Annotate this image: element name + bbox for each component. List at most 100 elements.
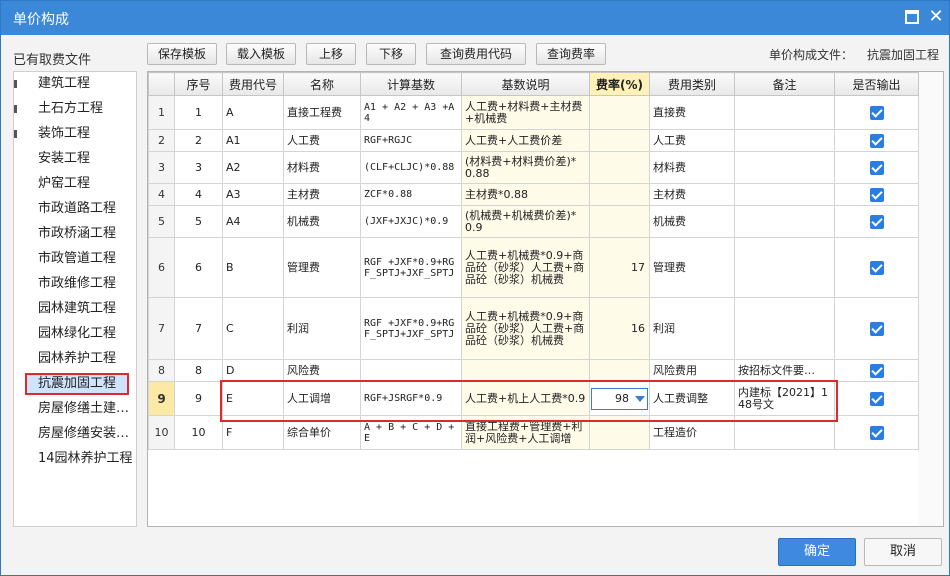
category-cell[interactable]: 直接费: [649, 95, 735, 130]
table-row-active[interactable]: 9 9 E 人工调增 RGF+JSRGF*0.9 人工费+机上人工费*0.9 9…: [148, 381, 919, 416]
output-cell[interactable]: [834, 415, 919, 450]
seq-cell[interactable]: 8: [174, 359, 223, 382]
category-cell[interactable]: 工程造价: [649, 415, 735, 450]
save-template-button[interactable]: 保存模板: [147, 43, 217, 65]
seq-cell[interactable]: 6: [174, 237, 223, 298]
output-checkbox[interactable]: [869, 133, 884, 148]
query-fee-code-button[interactable]: 查询费用代码: [426, 43, 526, 65]
base-cell[interactable]: RGF+JSRGF*0.9: [360, 381, 462, 416]
note-cell[interactable]: [734, 415, 835, 450]
output-cell[interactable]: [834, 129, 919, 152]
note-cell[interactable]: 内建标【2021】148号文: [734, 381, 835, 416]
column-header[interactable]: 费用代号: [222, 72, 284, 96]
base-cell[interactable]: [360, 359, 462, 382]
list-item[interactable]: 市政道路工程: [25, 198, 137, 220]
column-header[interactable]: 费用类别: [649, 72, 735, 96]
code-cell[interactable]: C: [222, 297, 284, 360]
note-cell[interactable]: 按招标文件要…: [734, 359, 835, 382]
cancel-button[interactable]: 取消: [864, 538, 942, 566]
row-index[interactable]: 8: [148, 359, 175, 382]
list-item[interactable]: 园林绿化工程: [25, 323, 137, 345]
desc-cell[interactable]: 人工费+材料费+主材费+机械费: [461, 95, 590, 130]
move-up-button[interactable]: 上移: [306, 43, 356, 65]
row-index[interactable]: 6: [148, 237, 175, 298]
output-checkbox[interactable]: [869, 105, 884, 120]
desc-cell[interactable]: 人工费+机械费*0.9+商品砼（砂浆）人工费+商品砼（砂浆）机械费: [461, 297, 590, 360]
rate-cell[interactable]: [589, 129, 650, 152]
list-item[interactable]: 安装工程: [25, 148, 137, 170]
table-row[interactable]: 7 7 C 利润 RGF +JXF*0.9+RGF_SPTJ+JXF_SPTJ …: [148, 297, 919, 360]
seq-cell[interactable]: 4: [174, 183, 223, 206]
output-cell[interactable]: [834, 95, 919, 130]
name-cell[interactable]: 利润: [283, 297, 361, 360]
seq-cell[interactable]: 7: [174, 297, 223, 360]
seq-cell[interactable]: 5: [174, 205, 223, 238]
output-checkbox[interactable]: [869, 214, 884, 229]
list-item[interactable]: 市政维修工程: [25, 273, 137, 295]
output-cell[interactable]: [834, 359, 919, 382]
desc-cell[interactable]: (材料费+材料费价差)*0.88: [461, 151, 590, 184]
note-cell[interactable]: [734, 129, 835, 152]
base-cell[interactable]: (CLF+CLJC)*0.88: [360, 151, 462, 184]
column-header-rate[interactable]: 费率(%): [589, 72, 650, 96]
row-index[interactable]: 1: [148, 95, 175, 130]
output-cell[interactable]: [834, 151, 919, 184]
code-cell[interactable]: A3: [222, 183, 284, 206]
category-cell[interactable]: 材料费: [649, 151, 735, 184]
output-cell[interactable]: [834, 237, 919, 298]
row-index[interactable]: 2: [148, 129, 175, 152]
close-icon[interactable]: ✕: [927, 6, 945, 28]
move-down-button[interactable]: 下移: [366, 43, 416, 65]
note-cell[interactable]: [734, 183, 835, 206]
name-cell[interactable]: 风险费: [283, 359, 361, 382]
row-index[interactable]: 4: [148, 183, 175, 206]
code-cell[interactable]: F: [222, 415, 284, 450]
desc-cell[interactable]: [461, 359, 590, 382]
category-cell[interactable]: 利润: [649, 297, 735, 360]
seq-cell[interactable]: 10: [174, 415, 223, 450]
desc-cell[interactable]: 人工费+机械费*0.9+商品砼（砂浆）人工费+商品砼（砂浆）机械费: [461, 237, 590, 298]
column-header[interactable]: 备注: [734, 72, 835, 96]
category-cell[interactable]: 风险费用: [649, 359, 735, 382]
name-cell[interactable]: 人工费: [283, 129, 361, 152]
category-cell[interactable]: 主材费: [649, 183, 735, 206]
category-cell[interactable]: 管理费: [649, 237, 735, 298]
list-item[interactable]: 炉窑工程: [25, 173, 137, 195]
name-cell[interactable]: 机械费: [283, 205, 361, 238]
note-cell[interactable]: [734, 95, 835, 130]
output-cell[interactable]: [834, 297, 919, 360]
name-cell[interactable]: 材料费: [283, 151, 361, 184]
list-item[interactable]: 14园林养护工程: [25, 448, 137, 470]
rate-cell[interactable]: [589, 359, 650, 382]
code-cell[interactable]: A4: [222, 205, 284, 238]
code-cell[interactable]: D: [222, 359, 284, 382]
table-row[interactable]: 8 8 D 风险费 风险费用 按招标文件要…: [148, 359, 919, 382]
base-cell[interactable]: RGF +JXF*0.9+RGF_SPTJ+JXF_SPTJ: [360, 237, 462, 298]
rate-dropdown[interactable]: 98: [591, 387, 648, 410]
maximize-icon[interactable]: [905, 10, 919, 24]
list-item[interactable]: 建筑工程: [25, 73, 137, 95]
column-header[interactable]: 计算基数: [360, 72, 462, 96]
desc-cell[interactable]: (机械费+机械费价差)*0.9: [461, 205, 590, 238]
list-item[interactable]: 市政管道工程: [25, 248, 137, 270]
row-index[interactable]: 9: [148, 381, 175, 416]
category-cell[interactable]: 人工费调整: [649, 381, 735, 416]
name-cell[interactable]: 管理费: [283, 237, 361, 298]
rate-cell[interactable]: [589, 183, 650, 206]
row-index[interactable]: 5: [148, 205, 175, 238]
list-item-selected[interactable]: 抗震加固工程: [25, 373, 129, 395]
seq-cell[interactable]: 1: [174, 95, 223, 130]
output-checkbox[interactable]: [869, 425, 884, 440]
code-cell[interactable]: E: [222, 381, 284, 416]
name-cell[interactable]: 直接工程费: [283, 95, 361, 130]
seq-cell[interactable]: 9: [174, 381, 223, 416]
list-item[interactable]: 房屋修缮安装…: [25, 423, 137, 445]
column-header[interactable]: 名称: [283, 72, 361, 96]
table-row[interactable]: 3 3 A2 材料费 (CLF+CLJC)*0.88 (材料费+材料费价差)*0…: [148, 151, 919, 184]
output-cell[interactable]: [834, 183, 919, 206]
chevron-down-icon[interactable]: [635, 395, 645, 402]
output-checkbox[interactable]: [869, 187, 884, 202]
row-index[interactable]: 3: [148, 151, 175, 184]
table-row[interactable]: 1 1 A 直接工程费 A1 + A2 + A3 +A4 人工费+材料费+主材费…: [148, 95, 919, 130]
list-item[interactable]: 装饰工程: [25, 123, 137, 145]
